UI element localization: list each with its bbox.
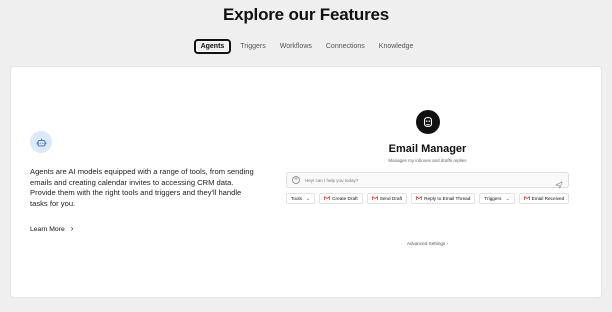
page-title: Explore our Features: [222, 5, 390, 24]
reply-thread-pill[interactable]: Reply to Email Thread: [411, 193, 476, 204]
chevron-down-icon: ⌄: [305, 195, 311, 202]
learn-more-link[interactable]: Learn More ›: [30, 225, 73, 233]
feature-description: Agents are AI models equipped with a ran…: [30, 167, 254, 208]
learn-more-label: Learn More: [30, 225, 65, 233]
tool-pills: Tools ⌄ Create Draft Send Draft Reply to…: [286, 193, 576, 204]
gmail-icon: [416, 196, 423, 201]
tab-workflows[interactable]: Workflows: [275, 40, 317, 53]
feature-card: Agents are AI models equipped with a ran…: [10, 66, 602, 298]
advanced-settings-link[interactable]: Advanced Settings ›: [291, 241, 564, 246]
email-received-label: Email Received: [531, 196, 565, 201]
plus-icon[interactable]: +: [292, 176, 300, 184]
chat-input-box: +: [286, 172, 569, 189]
chevron-down-icon: ⌄: [505, 195, 510, 202]
send-draft-label: Send Draft: [379, 196, 403, 201]
gmail-icon: [523, 196, 530, 201]
email-received-pill[interactable]: Email Received: [518, 193, 570, 204]
tab-agents[interactable]: Agents: [193, 39, 232, 54]
gmail-icon: [324, 196, 331, 201]
reply-thread-label: Reply to Email Thread: [424, 196, 471, 201]
gmail-icon: [371, 196, 378, 201]
tab-knowledge[interactable]: Knowledge: [374, 40, 419, 53]
create-draft-pill[interactable]: Create Draft: [319, 193, 363, 204]
triggers-dropdown[interactable]: Triggers ⌄: [479, 193, 515, 204]
app-title: Email Manager: [388, 143, 467, 155]
tab-triggers[interactable]: Triggers: [235, 40, 270, 53]
app-subtitle: Manages my inboxes and drafts replies: [388, 158, 467, 163]
robot-avatar-icon: [416, 110, 440, 134]
tools-label: Tools: [291, 196, 302, 201]
send-draft-pill[interactable]: Send Draft: [366, 193, 408, 204]
chevron-right-icon: ›: [70, 224, 74, 233]
bot-icon: [30, 131, 52, 153]
tab-connections[interactable]: Connections: [321, 40, 370, 53]
create-draft-label: Create Draft: [332, 196, 358, 201]
chat-input[interactable]: [305, 177, 550, 183]
send-icon[interactable]: [555, 176, 563, 189]
tools-dropdown[interactable]: Tools ⌄: [286, 193, 316, 204]
triggers-label: Triggers: [484, 196, 502, 201]
feature-tabs: Agents Triggers Workflows Connections Kn…: [0, 39, 612, 54]
